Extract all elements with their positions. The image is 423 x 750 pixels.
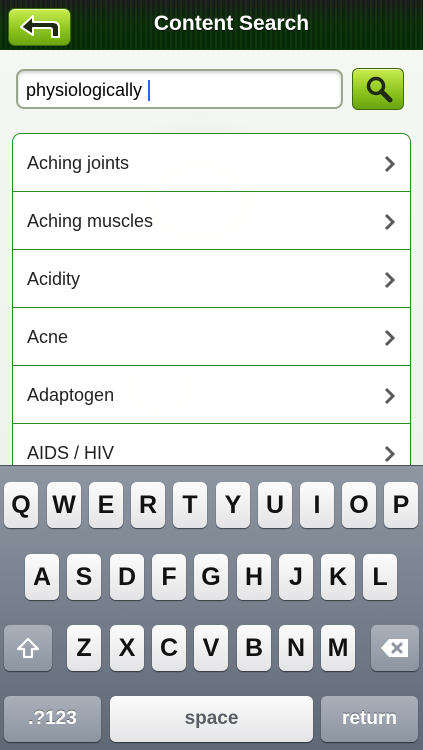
delete-key[interactable]	[371, 625, 419, 671]
chevron-right-icon	[384, 271, 396, 289]
chevron-right-icon	[384, 155, 396, 173]
list-item[interactable]: Adaptogen	[13, 366, 410, 424]
return-key[interactable]: return	[321, 696, 418, 742]
list-item[interactable]: Aching joints	[13, 134, 410, 192]
list-item[interactable]: Aching muscles	[13, 192, 410, 250]
key-p[interactable]: P	[384, 482, 418, 528]
search-button[interactable]	[352, 68, 404, 110]
key-k[interactable]: K	[321, 554, 355, 600]
list-item-label: Acidity	[27, 269, 81, 289]
key-o[interactable]: O	[342, 482, 376, 528]
key-z[interactable]: Z	[67, 625, 101, 671]
key-q[interactable]: Q	[4, 482, 38, 528]
list-item-label: Acne	[27, 327, 69, 347]
key-f[interactable]: F	[152, 554, 186, 600]
key-t[interactable]: T	[173, 482, 207, 528]
page-title: Content Search	[153, 12, 310, 35]
list-item[interactable]: Acne	[13, 308, 410, 366]
search-input[interactable]	[26, 77, 326, 103]
nav-header: Content Search	[0, 0, 423, 50]
key-d[interactable]: D	[110, 554, 144, 600]
key-h[interactable]: H	[237, 554, 271, 600]
list-item[interactable]: Acidity	[13, 250, 410, 308]
chevron-right-icon	[384, 213, 396, 231]
search-field[interactable]	[16, 69, 343, 109]
chevron-right-icon	[384, 445, 396, 463]
magnifier-icon	[366, 76, 393, 103]
key-i[interactable]: I	[300, 482, 334, 528]
list-item-label: Aching joints	[27, 153, 130, 173]
back-button[interactable]	[8, 8, 71, 46]
key-s[interactable]: S	[67, 554, 101, 600]
key-x[interactable]: X	[110, 625, 144, 671]
space-key[interactable]: space	[110, 696, 313, 742]
key-a[interactable]: A	[25, 554, 59, 600]
key-m[interactable]: M	[321, 625, 355, 671]
shift-arrow-icon	[16, 637, 40, 659]
backspace-icon	[381, 639, 408, 657]
key-u[interactable]: U	[258, 482, 292, 528]
key-y[interactable]: Y	[216, 482, 250, 528]
key-c[interactable]: C	[152, 625, 186, 671]
shift-key[interactable]	[4, 625, 52, 671]
key-b[interactable]: B	[237, 625, 271, 671]
keyboard: Q W E R T Y U I O P A S D F G H J K L Z …	[0, 465, 423, 750]
key-r[interactable]: R	[131, 482, 165, 528]
key-w[interactable]: W	[47, 482, 81, 528]
numbers-key[interactable]: .?123	[4, 696, 101, 742]
list-item-label: Adaptogen	[27, 385, 115, 405]
key-j[interactable]: J	[279, 554, 313, 600]
key-e[interactable]: E	[89, 482, 123, 528]
key-n[interactable]: N	[279, 625, 313, 671]
key-g[interactable]: G	[194, 554, 228, 600]
chevron-right-icon	[384, 329, 396, 347]
back-arrow-icon	[20, 15, 60, 38]
text-cursor	[148, 80, 150, 101]
key-l[interactable]: L	[363, 554, 397, 600]
list-item-label: Aching muscles	[27, 211, 154, 231]
chevron-right-icon	[384, 387, 396, 405]
list-item-label: AIDS / HIV	[27, 443, 115, 463]
results-list: Aching joints Aching muscles Acidity Acn…	[12, 133, 411, 473]
key-v[interactable]: V	[194, 625, 228, 671]
